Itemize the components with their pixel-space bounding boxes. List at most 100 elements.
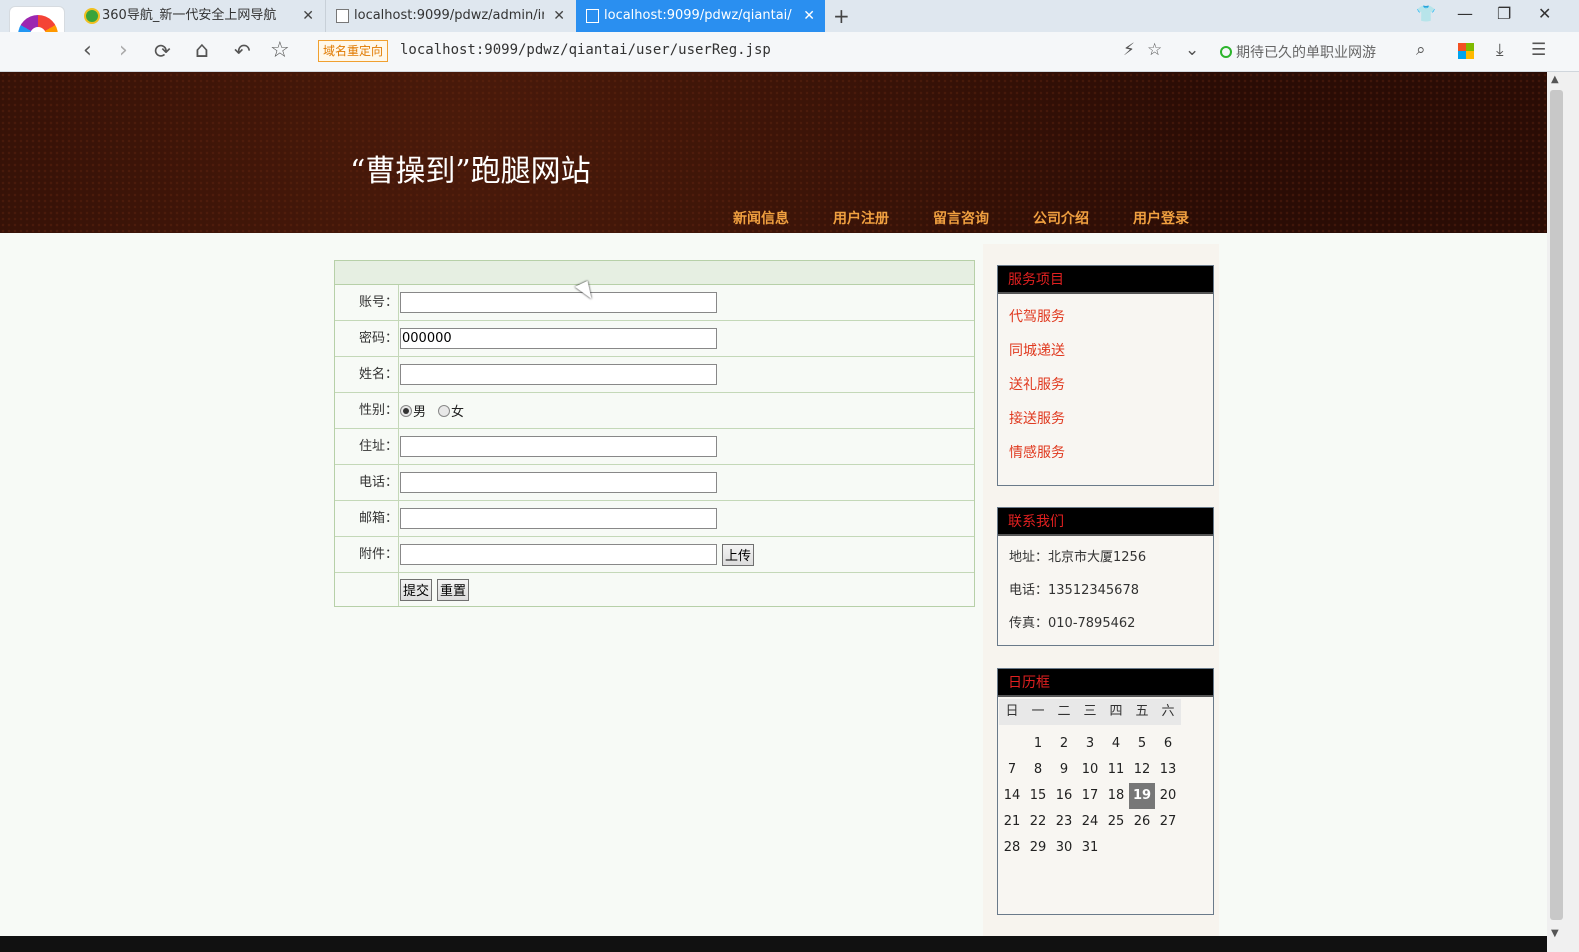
reload-button[interactable]: ⟳: [154, 38, 171, 64]
tab-title: localhost:9099/pdwz/admin/ir: [354, 8, 544, 23]
email-input[interactable]: [400, 508, 717, 529]
calendar-day[interactable]: 8: [1025, 757, 1051, 783]
chevron-down-icon[interactable]: ⌄: [1185, 40, 1199, 60]
address-input[interactable]: [400, 436, 717, 457]
calendar-day[interactable]: 2: [1051, 731, 1077, 757]
menu-icon[interactable]: ☰: [1531, 40, 1546, 60]
new-tab-button[interactable]: +: [833, 4, 850, 28]
tab-title: 360导航_新一代安全上网导航: [102, 8, 277, 23]
gender-female-radio[interactable]: [438, 404, 451, 417]
calendar-day[interactable]: 31: [1077, 835, 1103, 861]
download-icon[interactable]: ⤓: [1496, 40, 1504, 60]
service-link-pickup[interactable]: 接送服务: [998, 402, 1213, 436]
undo-close-button[interactable]: ↶: [234, 38, 251, 64]
calendar-day[interactable]: 29: [1025, 835, 1051, 861]
services-title: 服务项目: [998, 266, 1213, 294]
skin-icon[interactable]: 👕: [1416, 4, 1436, 23]
close-icon[interactable]: ✕: [302, 0, 314, 32]
nav-login[interactable]: 用户登录: [1133, 208, 1233, 228]
gender-row: 性别： 男 女: [335, 393, 974, 429]
calendar-day[interactable]: 4: [1103, 731, 1129, 757]
name-label: 姓名：: [335, 357, 399, 392]
back-button[interactable]: ‹: [83, 38, 92, 64]
calendar-day[interactable]: 15: [1025, 783, 1051, 809]
calendar-day[interactable]: 17: [1077, 783, 1103, 809]
attachment-row: 附件： 上传: [335, 537, 974, 573]
calendar-day[interactable]: 25: [1103, 809, 1129, 835]
scroll-up-icon[interactable]: ▲: [1551, 74, 1559, 85]
nav-register[interactable]: 用户注册: [833, 208, 933, 228]
calendar-day[interactable]: 16: [1051, 783, 1077, 809]
url-input[interactable]: localhost:9099/pdwz/qiantai/user/userReg…: [400, 42, 771, 58]
calendar-day[interactable]: 13: [1155, 757, 1181, 783]
address-row: 住址：: [335, 429, 974, 465]
address-label: 住址：: [335, 429, 399, 464]
browser-tab-3-active[interactable]: localhost:9099/pdwz/qiantai/ ✕: [576, 0, 825, 32]
calendar-day[interactable]: 11: [1103, 757, 1129, 783]
service-link-emotion[interactable]: 情感服务: [998, 436, 1213, 470]
upload-button[interactable]: 上传: [722, 543, 755, 566]
close-icon[interactable]: ✕: [553, 0, 565, 32]
calendar-day[interactable]: 22: [1025, 809, 1051, 835]
calendar-box: 日历框 日一二三四五六 1 2 3 4 5 6 7 8 9 10 11 12 13 14 15 16 17 18 1…: [997, 668, 1214, 915]
nav-about[interactable]: 公司介绍: [1033, 208, 1133, 228]
calendar-day[interactable]: 20: [1155, 783, 1181, 809]
calendar-days: 1 2 3 4 5 6 7 8 9 10 11 12 13 14 15 16 17 18 19 20 21 22 23 24 2…: [998, 725, 1213, 861]
bookmark-star-icon[interactable]: ☆: [270, 38, 290, 64]
apps-grid-icon[interactable]: [1458, 43, 1474, 59]
calendar-day[interactable]: 24: [1077, 809, 1103, 835]
contact-fax: 传真：010-7895462: [1009, 616, 1136, 631]
calendar-day[interactable]: 5: [1129, 731, 1155, 757]
scroll-down-icon[interactable]: ▼: [1551, 928, 1559, 939]
calendar-day[interactable]: 14: [999, 783, 1025, 809]
home-button[interactable]: ⌂: [195, 38, 209, 64]
calendar-day[interactable]: 30: [1051, 835, 1077, 861]
registration-form: 账号： 密码： 姓名： 性别： 男 女 住址： 电话： 邮箱：: [334, 260, 975, 607]
calendar-day[interactable]: 6: [1155, 731, 1181, 757]
calendar-day[interactable]: 23: [1051, 809, 1077, 835]
gender-male-radio[interactable]: [400, 404, 412, 417]
calendar-day[interactable]: 9: [1051, 757, 1077, 783]
calendar-day[interactable]: 3: [1077, 731, 1103, 757]
close-icon[interactable]: ✕: [803, 0, 815, 32]
reset-button[interactable]: 重置: [437, 578, 470, 601]
browser-tab-1[interactable]: 360导航_新一代安全上网导航 ✕: [74, 0, 324, 32]
contact-phone: 电话：13512345678: [1009, 583, 1139, 598]
password-input[interactable]: [400, 328, 717, 349]
service-link-delivery[interactable]: 同城递送: [998, 334, 1213, 368]
calendar-day[interactable]: 1: [1025, 731, 1051, 757]
scrollbar-thumb[interactable]: [1550, 90, 1563, 920]
page-icon: [336, 9, 349, 23]
calendar-day[interactable]: 10: [1077, 757, 1103, 783]
submit-button[interactable]: 提交: [400, 578, 433, 601]
name-input[interactable]: [400, 364, 717, 385]
browser-tab-2[interactable]: localhost:9099/pdwz/admin/ir ✕: [325, 0, 575, 32]
minimize-button[interactable]: —: [1457, 4, 1473, 23]
restore-button[interactable]: ❐: [1497, 4, 1511, 23]
site-title: “曹操到”跑腿网站: [350, 154, 591, 189]
domain-redirect-badge[interactable]: 域名重定向: [318, 40, 389, 62]
close-window-button[interactable]: ✕: [1538, 4, 1551, 23]
calendar-today[interactable]: 19: [1129, 783, 1155, 809]
calendar-day[interactable]: 21: [999, 809, 1025, 835]
service-link-driving[interactable]: 代驾服务: [998, 300, 1213, 334]
search-input[interactable]: 期待已久的单职业网游: [1220, 42, 1376, 62]
account-input[interactable]: [400, 292, 717, 313]
service-link-gift[interactable]: 送礼服务: [998, 368, 1213, 402]
calendar-day[interactable]: 28: [999, 835, 1025, 861]
search-icon[interactable]: ⌕: [1416, 40, 1426, 60]
calendar-day[interactable]: 12: [1129, 757, 1155, 783]
forward-button[interactable]: ›: [119, 38, 128, 64]
flash-icon[interactable]: ⚡: [1123, 40, 1135, 60]
favorite-star-icon[interactable]: ☆: [1147, 40, 1162, 60]
calendar-day[interactable]: 26: [1129, 809, 1155, 835]
nav-news[interactable]: 新闻信息: [733, 208, 833, 228]
nav-message[interactable]: 留言咨询: [933, 208, 1033, 228]
calendar-day[interactable]: 7: [999, 757, 1025, 783]
actions-row: 提交 重置: [335, 573, 974, 606]
calendar-day[interactable]: 27: [1155, 809, 1181, 835]
calendar-day[interactable]: 18: [1103, 783, 1129, 809]
attachment-input[interactable]: [400, 544, 717, 565]
search-placeholder: 期待已久的单职业网游: [1236, 45, 1376, 61]
phone-input[interactable]: [400, 472, 717, 493]
